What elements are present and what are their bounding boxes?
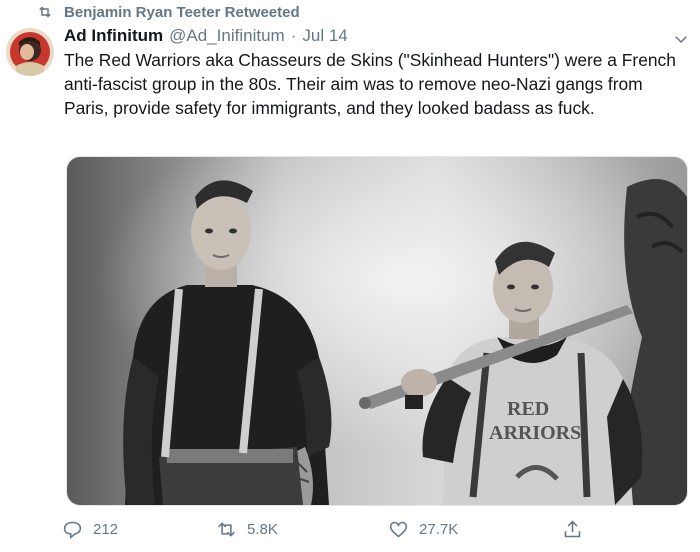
retweet-button[interactable]: 5.8K (216, 519, 278, 540)
reply-icon (63, 521, 82, 539)
avatar[interactable] (6, 28, 54, 76)
retweeted-by[interactable]: Benjamin Ryan Teeter Retweeted (36, 2, 300, 22)
share-icon (564, 520, 581, 537)
like-button[interactable]: 27.7K (388, 519, 458, 540)
retweet-count: 5.8K (247, 520, 278, 538)
tweet-date[interactable]: Jul 14 (302, 26, 347, 46)
tweet-text: The Red Warriors aka Chasseurs de Skins … (64, 50, 676, 118)
retweeted-by-text: Benjamin Ryan Teeter Retweeted (64, 3, 300, 21)
tweet-photo[interactable]: RED ARRIORS (66, 156, 688, 506)
like-count: 27.7K (419, 520, 459, 538)
share-button[interactable] (562, 519, 583, 540)
tweet-header: Ad Infinitum @Ad_Inifinitum · Jul 14 (64, 24, 348, 48)
retweet-icon (218, 521, 235, 537)
reply-button[interactable]: 212 (62, 519, 118, 540)
tweet-actions: 212 5.8K 27.7K (62, 514, 622, 544)
heart-icon (389, 521, 408, 538)
reply-count: 212 (93, 520, 119, 538)
shirt-text-warriors: ARRIORS (489, 422, 581, 444)
user-handle[interactable]: @Ad_Inifinitum (169, 26, 285, 46)
shirt-text-red: RED (507, 398, 549, 420)
separator: · (290, 26, 297, 45)
retweet-icon (39, 6, 51, 18)
chevron-down-icon[interactable] (672, 30, 690, 48)
display-name[interactable]: Ad Infinitum (64, 26, 163, 46)
